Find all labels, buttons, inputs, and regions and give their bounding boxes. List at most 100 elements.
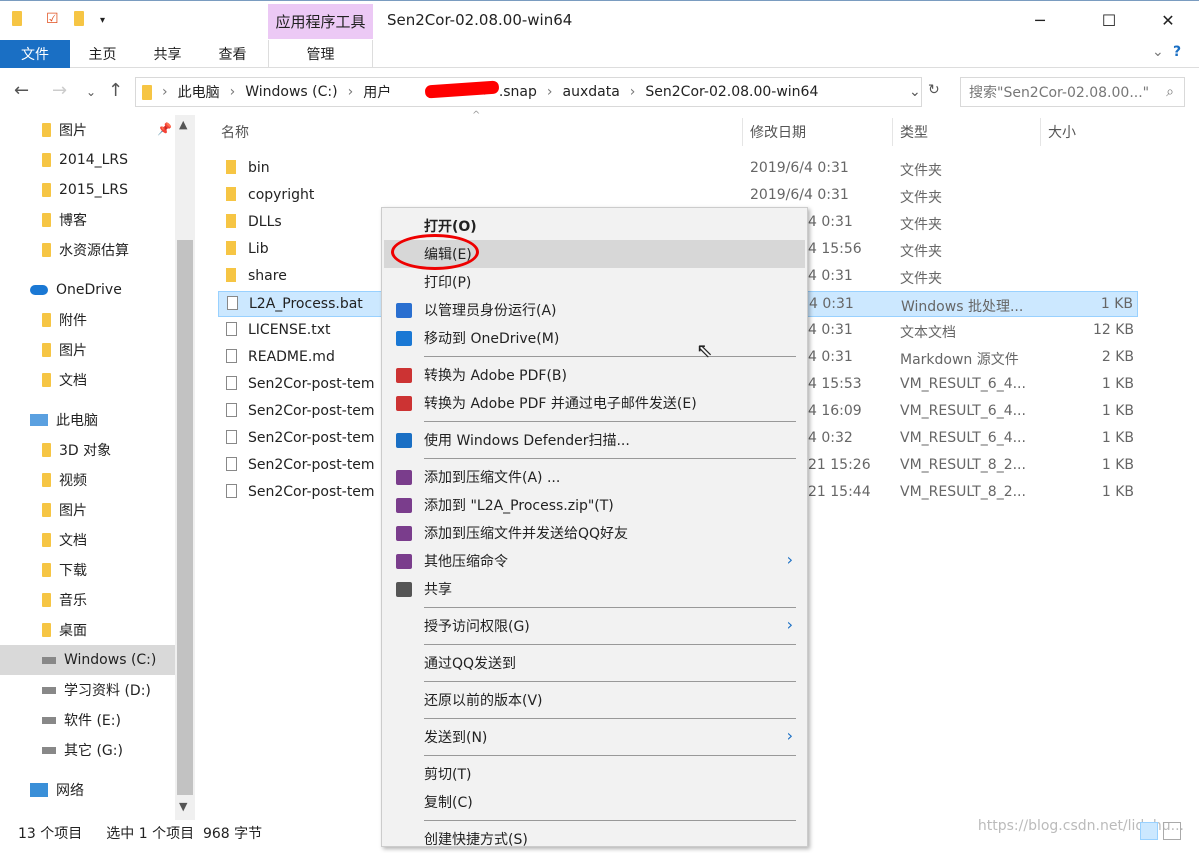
file-type: 文件夹 [900,271,942,287]
menu-item[interactable]: 其他压缩命令 › [384,547,805,575]
file-date: 4 16:09 [808,403,862,419]
sidebar-item[interactable]: 3D 对象 [0,435,175,465]
menu-item[interactable]: 使用 Windows Defender扫描... [384,426,805,454]
sidebar-item[interactable]: 软件 (E:) [0,705,175,735]
tab-manage[interactable]: 管理 [268,40,373,68]
scroll-up-icon[interactable]: ▲ [179,118,187,131]
up-button[interactable]: ↑ [108,80,123,101]
sidebar-item[interactable]: 图片 [0,115,175,145]
new-folder-icon[interactable] [74,11,84,30]
menu-item[interactable]: 共享 [384,575,805,603]
file-row[interactable]: bin 2019/6/4 0:31 文件夹 [218,156,1138,182]
tab-home[interactable]: 主页 [70,40,135,68]
sidebar-item[interactable]: 桌面 [0,615,175,645]
column-header-type[interactable]: 类型 [900,118,928,146]
maximize-button[interactable]: ☐ [1086,5,1132,35]
sidebar-item[interactable]: 文档 [0,365,175,395]
menu-item[interactable]: 打印(P) [384,268,805,296]
file-type: VM_RESULT_8_2... [900,457,1026,473]
tab-file[interactable]: 文件 [0,40,70,68]
pin-icon[interactable]: 📌 [157,122,172,136]
column-header-date[interactable]: 修改日期 [750,118,806,146]
sidebar-item[interactable]: 下载 [0,555,175,585]
sidebar-item[interactable]: 图片 [0,335,175,365]
menu-item[interactable]: 添加到压缩文件并发送给QQ好友 [384,519,805,547]
menu-item[interactable]: 授予访问权限(G) › [384,612,805,640]
back-button[interactable]: ← [14,80,29,101]
sidebar-item[interactable]: 附件 [0,305,175,335]
close-button[interactable]: ✕ [1145,5,1191,35]
properties-icon[interactable]: ☑ [46,11,59,27]
address-dropdown-icon[interactable]: ⌄ [909,84,921,100]
scrollbar-thumb[interactable] [177,240,193,795]
menu-item[interactable]: 剪切(T) [384,760,805,788]
sidebar-item[interactable]: 文档 [0,525,175,555]
tab-view[interactable]: 查看 [200,40,265,68]
cloud-icon [396,331,412,346]
sidebar-item[interactable]: OneDrive [0,275,175,305]
menu-item[interactable]: 以管理员身份运行(A) [384,296,805,324]
menu-item-label: 还原以前的版本(V) [424,693,543,709]
breadcrumb-current[interactable]: Sen2Cor-02.08.00-win64 [645,84,818,100]
breadcrumb-snap[interactable]: .snap [499,84,537,100]
breadcrumb-users[interactable]: 用户 [363,82,391,102]
scroll-down-icon[interactable]: ▼ [179,800,187,813]
sidebar-item[interactable]: 网络 [0,775,175,805]
refresh-icon[interactable]: ↻ [928,82,940,98]
menu-separator [424,607,796,608]
sidebar-item-label: 音乐 [59,593,87,609]
cloud-icon [30,285,48,295]
sidebar-item[interactable]: 视频 [0,465,175,495]
column-header-size[interactable]: 大小 [1048,118,1076,146]
menu-item[interactable]: 移动到 OneDrive(M) [384,324,805,352]
large-icons-view-button[interactable] [1163,822,1181,840]
file-date: 4 0:32 [808,430,853,446]
menu-item[interactable]: 通过QQ发送到 [384,649,805,677]
customize-toolbar-icon[interactable]: ▾ [100,15,105,26]
sidebar-item[interactable]: 学习资料 (D:) [0,675,175,705]
breadcrumb-drive-c[interactable]: Windows (C:) [245,84,337,100]
file-icon [227,296,238,310]
breadcrumb-auxdata[interactable]: auxdata [563,84,620,100]
forward-button[interactable]: → [52,80,67,101]
menu-item[interactable]: 添加到压缩文件(A) ... [384,463,805,491]
search-icon: ⌕ [1166,84,1174,100]
file-icon [226,349,237,363]
menu-item[interactable]: 转换为 Adobe PDF 并通过电子邮件发送(E) [384,389,805,417]
menu-item[interactable]: 添加到 "L2A_Process.zip"(T) [384,491,805,519]
recent-locations-icon[interactable]: ⌄ [86,85,96,99]
sidebar-item[interactable]: 博客 [0,205,175,235]
expand-ribbon-icon[interactable]: ⌄ [1152,44,1164,60]
menu-separator [424,421,796,422]
search-input[interactable]: 搜索"Sen2Cor-02.08.00..." ⌕ [960,77,1185,107]
tab-share[interactable]: 共享 [135,40,200,68]
sidebar-item[interactable]: 2014_LRS [0,145,175,175]
menu-item[interactable]: 转换为 Adobe PDF(B) [384,361,805,389]
column-header-name[interactable]: 名称 [221,118,249,146]
address-bar[interactable]: ›此电脑 ›Windows (C:) ›用户 ›.snap ›auxdata ›… [135,77,922,107]
menu-item[interactable]: 还原以前的版本(V) [384,686,805,714]
file-date: 21 15:26 [808,457,871,473]
sidebar-item[interactable]: 此电脑 [0,405,175,435]
sidebar-item[interactable]: 水资源估算 [0,235,175,265]
menu-item[interactable]: 发送到(N) › [384,723,805,751]
sidebar-item[interactable]: 其它 (G:) [0,735,175,765]
sidebar-item[interactable]: 图片 [0,495,175,525]
menu-item[interactable]: 复制(C) [384,788,805,816]
selection-info: 选中 1 个项目 968 字节 [106,825,263,842]
sidebar-item[interactable]: 2015_LRS [0,175,175,205]
minimize-button[interactable]: ─ [1017,5,1063,35]
sidebar-item[interactable]: 音乐 [0,585,175,615]
file-row[interactable]: copyright 2019/6/4 0:31 文件夹 [218,183,1138,209]
file-name: copyright [248,187,315,203]
sidebar-item[interactable]: Windows (C:) [0,645,175,675]
help-icon[interactable]: ? [1173,44,1181,60]
details-view-button[interactable] [1140,822,1158,840]
sidebar-item-label: 图片 [59,503,87,519]
breadcrumb-this-pc[interactable]: 此电脑 [178,82,220,102]
defender-icon [396,433,412,448]
folder-icon [12,11,22,30]
file-name: README.md [248,349,335,365]
file-type: 文件夹 [900,163,942,179]
menu-item-label: 其他压缩命令 [424,554,508,570]
